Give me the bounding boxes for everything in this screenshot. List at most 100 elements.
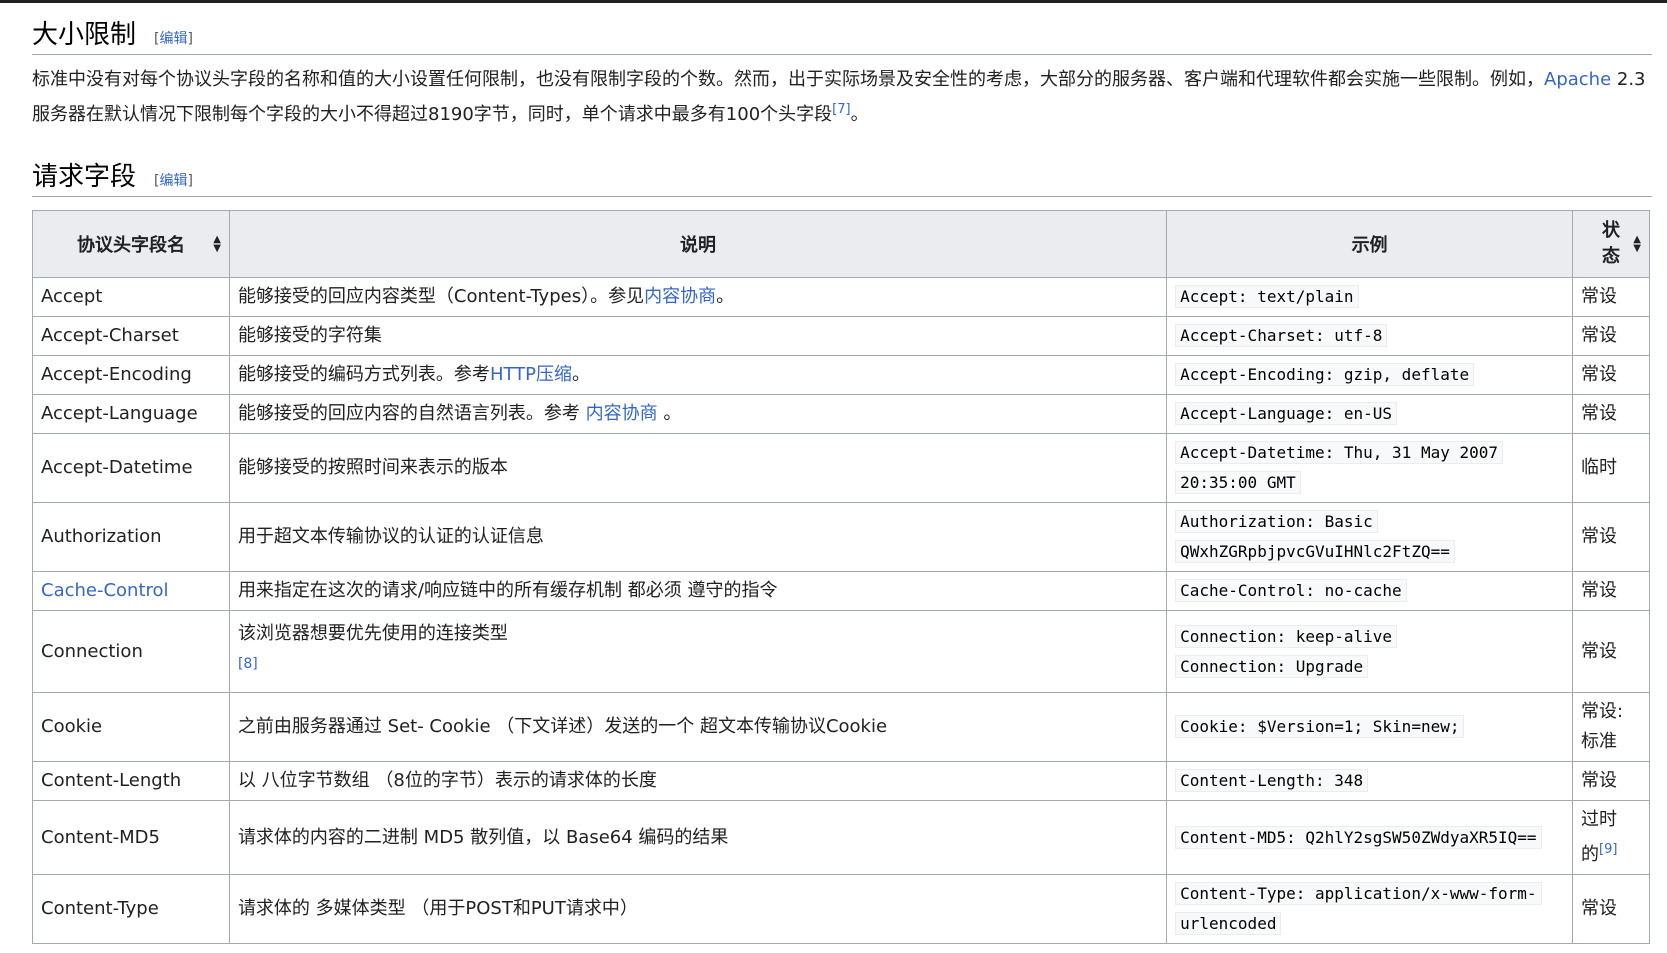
cache-control-link[interactable]: Cache-Control [41, 580, 169, 601]
http-compression-link[interactable]: HTTP压缩 [490, 364, 572, 385]
window-top-border [0, 0, 1667, 3]
field-status: 过时 的[9] [1572, 800, 1650, 875]
header-example: 示例 [1166, 210, 1574, 278]
field-example: Content-MD5: Q2hlY2sgSW50ZWdyaXR5IQ== [1166, 800, 1574, 875]
table-row: Accept-Datetime 能够接受的按照时间来表示的版本 Accept-D… [32, 433, 1650, 503]
status-text: 的 [1581, 844, 1600, 865]
desc-text: 。 [657, 403, 682, 424]
field-status: 常设 [1572, 571, 1650, 611]
field-description: 之前由服务器通过 Set- Cookie （下文详述）发送的一个 超文本传输协议… [228, 692, 1168, 762]
header-field-name[interactable]: 协议头字段名 ▲ ▼ [32, 210, 230, 278]
example-code: Cookie: $Version=1; Skin=new; [1175, 715, 1465, 738]
field-example: Accept-Datetime: Thu, 31 May 2007 20:35:0… [1166, 433, 1574, 503]
field-name: Authorization [32, 502, 230, 572]
desc-text: 请求体的内容的二进制 MD5 散列值，以 Base64 编码的结果 [237, 826, 729, 848]
example-code: urlencoded [1175, 912, 1282, 935]
field-name[interactable]: Cache-Control [32, 571, 230, 611]
table-row: Content-Length 以 八位字节数组 （8位的字节）表示的请求体的长度… [32, 761, 1650, 801]
article-content: 大小限制 [编辑] 标准中没有对每个协议头字段的名称和值的大小设置任何限制，也没… [32, 14, 1652, 197]
example-code: Authorization: Basic [1175, 510, 1378, 533]
example-code: Accept-Charset: utf-8 [1175, 324, 1388, 347]
field-name: Content-MD5 [32, 800, 230, 875]
status-text: 常设: [1581, 701, 1624, 722]
desc-text: 能够接受的回应内容类型（Content-Types）。参见 [237, 286, 645, 307]
edit-link[interactable]: 编辑 [159, 31, 187, 47]
field-name: Accept-Charset [32, 316, 230, 356]
table-row: Content-MD5 请求体的内容的二进制 MD5 散列值，以 Base64 … [32, 800, 1650, 875]
sort-icon[interactable]: ▲ ▼ [1633, 235, 1641, 254]
content-negotiation-link[interactable]: 内容协商 [586, 403, 658, 424]
example-code: Content-Length: 348 [1175, 769, 1369, 792]
field-name: Cookie [32, 692, 230, 762]
desc-text: 。 [716, 286, 735, 307]
field-description: 该浏览器想要优先使用的连接类型 [8] [228, 610, 1168, 693]
example-code: Cache-Control: no-cache [1175, 579, 1407, 602]
header-label: 态 [1602, 246, 1620, 267]
table-row: Content-Type 请求体的 多媒体类型 （用于POST和PUT请求中） … [32, 874, 1650, 944]
reference-9[interactable]: [9] [1599, 842, 1617, 857]
section-heading-request-fields: 请求字段 [编辑] [32, 156, 1652, 197]
reference-8[interactable]: [8] [238, 656, 258, 672]
request-fields-table: 协议头字段名 ▲ ▼ 说明 示例 状态 ▲ ▼ Accept 能够接受的回应内容类型（C… [32, 210, 1650, 944]
example-code: 20:35:00 GMT [1175, 471, 1301, 494]
header-description: 说明 [228, 210, 1168, 278]
field-description: 请求体的内容的二进制 MD5 散列值，以 Base64 编码的结果 [228, 800, 1168, 875]
table-row: Cookie 之前由服务器通过 Set- Cookie （下文详述）发送的一个 … [32, 692, 1650, 762]
size-limits-paragraph: 标准中没有对每个协议头字段的名称和值的大小设置任何限制，也没有限制字段的个数。然… [32, 65, 1652, 130]
desc-text: 能够接受的字符集 [237, 325, 382, 346]
field-example: Accept: text/plain [1166, 277, 1574, 317]
field-description: 用于超文本传输协议的认证的认证信息 [228, 502, 1168, 572]
desc-text: 以 八位字节数组 （8位的字节）表示的请求体的长度 [237, 770, 657, 791]
field-name: Accept-Language [32, 394, 230, 434]
desc-text: 用于超文本传输协议的认证的认证信息 [237, 526, 544, 547]
example-code: QWxhZGRpbjpvcGVuIHNlc2FtZQ== [1175, 540, 1455, 563]
example-code: Connection: Upgrade [1175, 654, 1369, 678]
field-status: 常设 [1572, 610, 1650, 693]
content-negotiation-link[interactable]: 内容协商 [644, 286, 716, 307]
field-description: 以 八位字节数组 （8位的字节）表示的请求体的长度 [228, 761, 1168, 801]
edit-bracket: ] [187, 173, 193, 189]
section-title: 请求字段 [32, 162, 137, 192]
field-name: Content-Type [32, 874, 230, 944]
desc-text: 能够接受的按照时间来表示的版本 [237, 457, 508, 478]
header-status[interactable]: 状态 ▲ ▼ [1572, 210, 1650, 278]
example-code: Content-MD5: Q2hlY2sgSW50ZWdyaXR5IQ== [1175, 825, 1542, 849]
sort-icon[interactable]: ▲ ▼ [213, 235, 221, 254]
reference-7[interactable]: [7] [832, 102, 850, 117]
field-example: Content-Length: 348 [1166, 761, 1574, 801]
table-row: Cache-Control 用来指定在这次的请求/响应链中的所有缓存机制 都必须… [32, 571, 1650, 611]
table-row: Accept-Encoding 能够接受的编码方式列表。参考HTTP压缩。 Ac… [32, 355, 1650, 395]
desc-text: 该浏览器想要优先使用的连接类型 [237, 622, 508, 644]
field-description: 能够接受的编码方式列表。参考HTTP压缩。 [228, 355, 1168, 395]
example-code: Accept-Encoding: gzip, deflate [1175, 363, 1475, 386]
example-code: Accept-Datetime: Thu, 31 May 2007 [1175, 441, 1504, 464]
field-description: 能够接受的按照时间来表示的版本 [228, 433, 1168, 503]
field-name: Accept-Datetime [32, 433, 230, 503]
edit-section-link[interactable]: [编辑] [154, 28, 193, 48]
field-name: Connection [32, 610, 230, 693]
section-heading-size-limits: 大小限制 [编辑] [32, 14, 1652, 55]
field-status: 常设 [1572, 761, 1650, 801]
desc-text: 能够接受的回应内容的自然语言列表。参考 [237, 403, 586, 424]
header-label: 协议头字段名 [76, 235, 185, 256]
field-example: Cookie: $Version=1; Skin=new; [1166, 692, 1574, 762]
field-status: 常设: 标准 [1572, 692, 1650, 762]
edit-link[interactable]: 编辑 [159, 173, 187, 189]
field-example: Accept-Encoding: gzip, deflate [1166, 355, 1574, 395]
section-title: 大小限制 [32, 20, 137, 50]
paragraph-text: 。 [850, 104, 869, 125]
apache-link[interactable]: Apache [1544, 69, 1611, 90]
field-description: 能够接受的字符集 [228, 316, 1168, 356]
table-row: Accept 能够接受的回应内容类型（Content-Types）。参见内容协商… [32, 277, 1650, 317]
field-status: 常设 [1572, 355, 1650, 395]
edit-bracket: ] [187, 31, 193, 47]
desc-text: 。 [572, 364, 591, 385]
desc-text: 用来指定在这次的请求/响应链中的所有缓存机制 都必须 遵守的指令 [237, 580, 778, 601]
field-description: 用来指定在这次的请求/响应链中的所有缓存机制 都必须 遵守的指令 [228, 571, 1168, 611]
field-example: Connection: keep-alive Connection: Upgrad… [1166, 610, 1574, 693]
edit-section-link[interactable]: [编辑] [154, 170, 193, 190]
field-example: Accept-Language: en-US [1166, 394, 1574, 434]
example-code: Accept: text/plain [1175, 285, 1359, 308]
field-description: 请求体的 多媒体类型 （用于POST和PUT请求中） [228, 874, 1168, 944]
field-status: 常设 [1572, 277, 1650, 317]
